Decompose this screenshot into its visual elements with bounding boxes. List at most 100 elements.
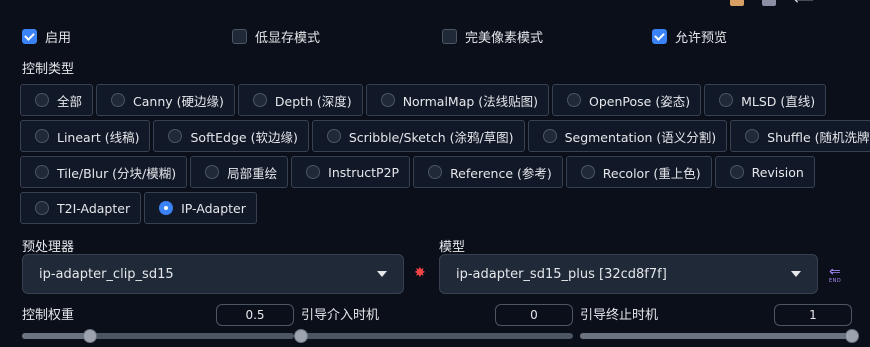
option-label: Shuffle (随机洗牌) xyxy=(767,129,870,145)
control-type-option[interactable]: T2I-Adapter xyxy=(20,192,142,224)
control-type-option[interactable]: Scribble/Sketch (涂鸦/草图) xyxy=(311,120,525,152)
model-label: 模型 xyxy=(439,240,466,255)
option-label: Scribble/Sketch (涂鸦/草图) xyxy=(348,129,514,145)
edit-icon[interactable] xyxy=(729,0,744,6)
option-label: 局部重绘 xyxy=(227,165,278,181)
slider-thumb[interactable] xyxy=(294,329,308,343)
option-label: Recolor (重上色) xyxy=(602,165,701,181)
checkbox-box[interactable] xyxy=(22,29,37,44)
option-label: SoftEdge (软边缘) xyxy=(190,129,298,145)
allow-preview-checkbox[interactable]: 允许预览 xyxy=(652,27,727,46)
control-type-option[interactable]: Depth (深度) xyxy=(237,84,363,116)
control-type-label: 控制类型 xyxy=(22,62,75,77)
end-icon-text: END xyxy=(829,278,842,284)
control-type-option[interactable]: Lineart (线稿) xyxy=(20,120,151,152)
back-arrow-icon[interactable]: ⟵ xyxy=(794,0,814,7)
radio-button[interactable] xyxy=(428,165,443,179)
control-weight-label: 控制权重 xyxy=(22,308,75,323)
explosion-icon[interactable]: ✸ xyxy=(414,266,426,280)
chip-row: 全部 Canny (硬边缘) Depth (深度) NormalMap (法线贴… xyxy=(20,84,827,116)
control-type-option[interactable]: 局部重绘 xyxy=(190,156,289,188)
radio-button[interactable] xyxy=(35,93,49,107)
option-label: OpenPose (姿态) xyxy=(589,93,691,109)
chevron-down-icon xyxy=(377,271,387,277)
chip-row: Tile/Blur (分块/模糊) 局部重绘 InstructP2P Refer… xyxy=(20,156,815,188)
options-row: 启用 低显存模式 完美像素模式 允许预览 xyxy=(22,27,862,46)
radio-button[interactable] xyxy=(380,93,395,107)
checkbox-box[interactable] xyxy=(232,29,247,44)
control-type-option[interactable]: Revision xyxy=(714,156,815,188)
radio-button[interactable] xyxy=(35,201,49,215)
radio-button[interactable] xyxy=(580,165,595,179)
control-type-option[interactable]: MLSD (直线) xyxy=(704,84,827,116)
radio-button[interactable] xyxy=(719,93,734,107)
checkbox-box[interactable] xyxy=(652,29,667,44)
option-label: IP-Adapter xyxy=(181,200,246,216)
top-icon-bar: ⟵ xyxy=(729,0,814,7)
control-type-option[interactable]: Segmentation (语义分割) xyxy=(527,120,728,152)
control-type-option[interactable]: Reference (参考) xyxy=(413,156,563,188)
preprocessor-dropdown[interactable]: ip-adapter_clip_sd15 xyxy=(22,254,404,294)
guidance-start-label: 引导介入时机 xyxy=(301,308,380,323)
control-type-option[interactable]: SoftEdge (软边缘) xyxy=(153,120,309,152)
enable-checkbox[interactable]: 启用 xyxy=(22,27,71,46)
control-type-option[interactable]: InstructP2P xyxy=(291,156,411,188)
radio-button[interactable] xyxy=(326,129,341,143)
option-label: Lineart (线稿) xyxy=(57,129,140,145)
option-label: 全部 xyxy=(57,93,83,109)
chip-row: Lineart (线稿) SoftEdge (软边缘) Scribble/Ske… xyxy=(20,120,870,152)
guidance-start-slider[interactable] xyxy=(294,329,573,343)
end-arrow-icon[interactable]: ⇐ END xyxy=(829,264,847,286)
chip-row: T2I-Adapter IP-Adapter xyxy=(20,192,257,224)
radio-button-selected[interactable] xyxy=(159,201,174,215)
option-label: Segmentation (语义分割) xyxy=(564,129,717,145)
option-label: Revision xyxy=(751,164,804,180)
radio-button[interactable] xyxy=(35,165,49,179)
radio-button[interactable] xyxy=(205,165,220,179)
option-label: MLSD (直线) xyxy=(741,93,816,109)
option-label: NormalMap (法线贴图) xyxy=(402,93,539,109)
radio-button[interactable] xyxy=(567,93,582,107)
radio-button[interactable] xyxy=(111,93,126,107)
guidance-end-input[interactable]: 1 xyxy=(774,304,852,326)
low-vram-checkbox[interactable]: 低显存模式 xyxy=(232,27,320,46)
model-value: ip-adapter_sd15_plus [32cd8f7f] xyxy=(456,266,667,282)
option-label: T2I-Adapter xyxy=(57,200,131,216)
radio-button[interactable] xyxy=(35,129,49,143)
control-type-option[interactable]: Canny (硬边缘) xyxy=(96,84,235,116)
option-label: Tile/Blur (分块/模糊) xyxy=(57,165,177,181)
camera-icon[interactable] xyxy=(761,0,776,6)
control-weight-input[interactable]: 0.5 xyxy=(216,304,294,326)
control-type-option[interactable]: Recolor (重上色) xyxy=(565,156,712,188)
option-label: InstructP2P xyxy=(328,164,400,180)
control-type-option[interactable]: OpenPose (姿态) xyxy=(552,84,702,116)
slider-thumb[interactable] xyxy=(83,329,97,343)
chevron-down-icon xyxy=(791,271,801,277)
control-weight-slider[interactable] xyxy=(22,329,294,343)
slider-fill xyxy=(580,333,852,339)
guidance-start-input[interactable]: 0 xyxy=(495,304,573,326)
slider-fill xyxy=(22,333,90,339)
control-type-option[interactable]: 全部 xyxy=(20,84,94,116)
guidance-end-slider[interactable] xyxy=(580,329,859,343)
checkbox-label: 启用 xyxy=(45,31,72,46)
control-type-option-selected[interactable]: IP-Adapter xyxy=(144,192,257,224)
slider-thumb[interactable] xyxy=(845,329,859,343)
radio-button[interactable] xyxy=(729,165,744,179)
radio-button[interactable] xyxy=(745,129,760,143)
checkbox-label: 低显存模式 xyxy=(255,31,321,46)
radio-button[interactable] xyxy=(252,93,267,107)
control-type-option[interactable]: Shuffle (随机洗牌) xyxy=(730,120,870,152)
guidance-end-label: 引导终止时机 xyxy=(580,308,659,323)
radio-button[interactable] xyxy=(306,165,321,179)
radio-button[interactable] xyxy=(168,129,183,143)
control-type-option[interactable]: Tile/Blur (分块/模糊) xyxy=(20,156,188,188)
option-label: Reference (参考) xyxy=(450,165,552,181)
radio-button[interactable] xyxy=(542,129,557,143)
preprocessor-label: 预处理器 xyxy=(22,240,75,255)
control-type-option[interactable]: NormalMap (法线贴图) xyxy=(365,84,550,116)
pixel-perfect-checkbox[interactable]: 完美像素模式 xyxy=(442,27,543,46)
checkbox-box[interactable] xyxy=(442,29,457,44)
arrow-left-icon: ⇐ xyxy=(829,264,841,280)
model-dropdown[interactable]: ip-adapter_sd15_plus [32cd8f7f] xyxy=(439,254,818,294)
